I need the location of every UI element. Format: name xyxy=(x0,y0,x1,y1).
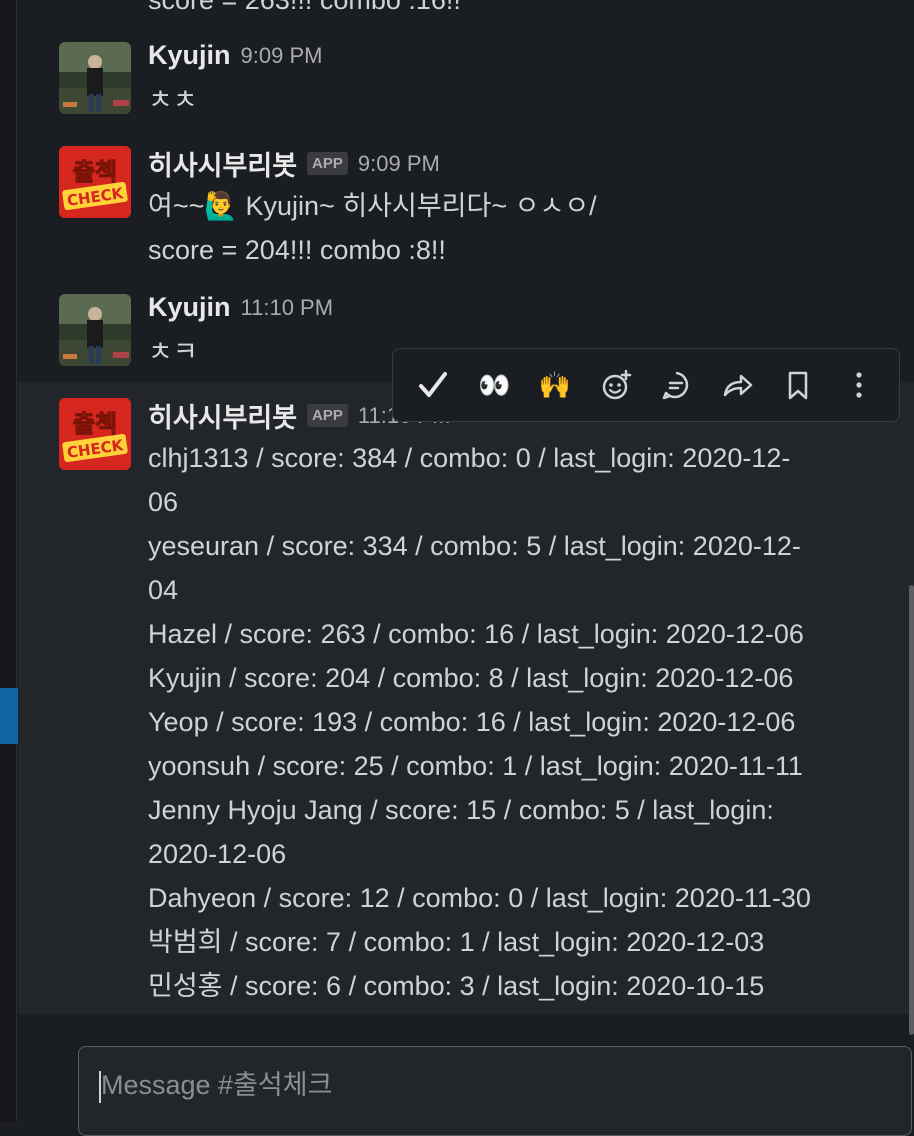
leaderboard-line: Kyujin / score: 204 / combo: 8 / last_lo… xyxy=(148,663,794,693)
avatar[interactable]: 출첵 CHECK xyxy=(59,398,131,470)
bot-check-logo-icon: 출첵 CHECK xyxy=(59,146,131,218)
react-raised-hands-button[interactable]: 🙌 xyxy=(535,365,575,405)
svg-text:출첵: 출첵 xyxy=(73,158,117,186)
svg-text:출첵: 출첵 xyxy=(73,410,117,438)
timestamp[interactable]: 11:10 PM xyxy=(241,295,334,321)
leaderboard-line: clhj1313 / score: 384 / combo: 0 / last_… xyxy=(148,443,791,473)
user-photo-icon xyxy=(59,42,131,114)
leaderboard-line: Jenny Hyoju Jang / score: 15 / combo: 5 … xyxy=(148,795,774,825)
leaderboard-line: Hazel / score: 263 / combo: 16 / last_lo… xyxy=(148,619,804,649)
avatar[interactable] xyxy=(59,294,131,366)
share-message-button[interactable] xyxy=(717,365,757,405)
leaderboard-line: 2020-12-06 xyxy=(148,839,287,869)
scrollbar-thumb[interactable] xyxy=(909,585,914,1035)
timestamp[interactable]: 9:09 PM xyxy=(241,43,323,69)
message-actions-toolbar: 👀 🙌 xyxy=(392,348,900,422)
checkmark-icon xyxy=(419,372,448,397)
reply-thread-icon xyxy=(663,371,689,400)
bot-check-logo-icon: 출첵 CHECK xyxy=(59,398,131,470)
score-line: score = 204!!! combo :8!! xyxy=(148,235,446,265)
person-raising-hand-emoji-icon: 🙋‍♂️ xyxy=(204,191,239,221)
mark-done-button[interactable] xyxy=(413,365,453,405)
reply-in-thread-button[interactable] xyxy=(656,365,696,405)
message-bot-1[interactable]: 출첵 CHECK 히사시부리봇 APP 9:09 PM 여~~🙋‍♂️ Kyuj… xyxy=(18,130,914,280)
share-icon xyxy=(723,374,753,397)
message-kyujin-1[interactable]: Kyujin 9:09 PM ㅊㅊ xyxy=(18,0,914,130)
save-message-button[interactable] xyxy=(778,365,818,405)
author-name[interactable]: Kyujin xyxy=(148,292,231,323)
author-name[interactable]: 히사시부리봇 xyxy=(148,144,297,183)
leaderboard-line: 04 xyxy=(148,575,179,605)
message-pane: score = 263!!! combo :16!! Kyujin 9:09 P… xyxy=(18,0,914,1136)
leaderboard-line: Dahyeon / score: 12 / combo: 0 / last_lo… xyxy=(148,883,811,913)
leaderboard-line: 민성홍 / score: 6 / combo: 3 / last_login: … xyxy=(148,971,765,1001)
add-reaction-icon xyxy=(602,369,631,400)
raised-hands-emoji-icon: 🙌 xyxy=(538,369,572,400)
workspace-sidebar-edge xyxy=(0,0,17,1122)
timestamp[interactable]: 9:09 PM xyxy=(358,151,440,177)
avatar[interactable]: 출첵 CHECK xyxy=(59,146,131,218)
message-composer[interactable] xyxy=(78,1046,912,1136)
app-badge: APP xyxy=(307,404,348,427)
message-text: ㅊㅋ xyxy=(148,337,198,367)
leaderboard-line: Yeop / score: 193 / combo: 16 / last_log… xyxy=(148,707,796,737)
leaderboard-line: 06 xyxy=(148,487,179,517)
react-eyes-button[interactable]: 👀 xyxy=(474,365,514,405)
leaderboard-line: yeseuran / score: 334 / combo: 5 / last_… xyxy=(148,531,801,561)
add-reaction-button[interactable] xyxy=(596,365,636,405)
message-line: 여~~🙋‍♂️ Kyujin~ 히사시부리다~ ㅇㅅㅇ/ xyxy=(148,184,597,228)
bookmark-icon xyxy=(788,371,808,400)
message-bot-leaderboard[interactable]: 출첵 CHECK 히사시부리봇 APP 11:10 PM clhj1313 / … xyxy=(18,382,914,1014)
eyes-emoji-icon: 👀 xyxy=(477,369,511,400)
user-photo-icon xyxy=(59,294,131,366)
author-name[interactable]: 히사시부리봇 xyxy=(148,396,297,435)
leaderboard-line: 박범희 / score: 7 / combo: 1 / last_login: … xyxy=(148,927,765,957)
message-input[interactable] xyxy=(99,1069,883,1102)
app-badge: APP xyxy=(307,152,348,175)
sidebar-active-indicator xyxy=(0,688,18,744)
message-text: ㅊㅊ xyxy=(148,85,198,115)
avatar[interactable] xyxy=(59,42,131,114)
leaderboard-line: yoonsuh / score: 25 / combo: 1 / last_lo… xyxy=(148,751,803,781)
greeting-text: 여~~ xyxy=(148,191,205,221)
greeting-text-2: Kyujin~ 히사시부리다~ ㅇㅅㅇ/ xyxy=(238,191,597,221)
more-actions-icon xyxy=(856,372,862,398)
more-actions-button[interactable] xyxy=(839,365,879,405)
author-name[interactable]: Kyujin xyxy=(148,40,231,71)
